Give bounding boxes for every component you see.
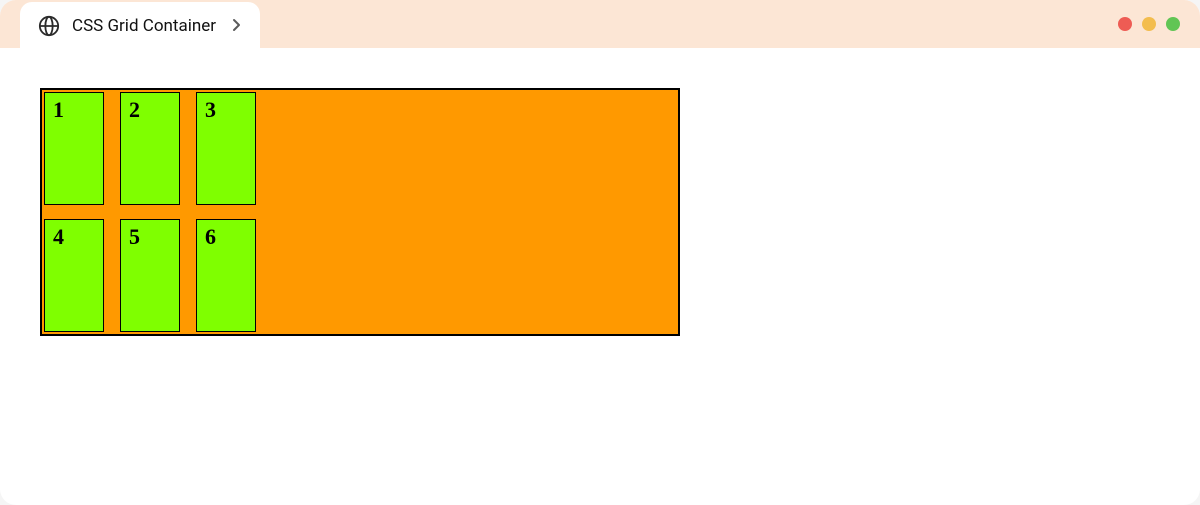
grid-item-4: 4	[44, 219, 104, 332]
grid-item-2: 2	[120, 92, 180, 205]
window-controls	[1118, 17, 1180, 31]
chevron-right-icon	[232, 17, 242, 36]
tab-title: CSS Grid Container	[72, 16, 216, 36]
browser-tab[interactable]: CSS Grid Container	[20, 2, 260, 50]
globe-icon	[38, 15, 60, 37]
title-bar: CSS Grid Container	[0, 0, 1200, 48]
minimize-button[interactable]	[1142, 17, 1156, 31]
close-button[interactable]	[1118, 17, 1132, 31]
grid-item-5: 5	[120, 219, 180, 332]
grid-item-3: 3	[196, 92, 256, 205]
grid-item-6: 6	[196, 219, 256, 332]
grid-item-1: 1	[44, 92, 104, 205]
maximize-button[interactable]	[1166, 17, 1180, 31]
grid-container: 1 2 3 4 5 6	[40, 88, 680, 336]
window: CSS Grid Container 1 2 3 4 5 6	[0, 0, 1200, 505]
content-area: 1 2 3 4 5 6	[0, 48, 1200, 336]
